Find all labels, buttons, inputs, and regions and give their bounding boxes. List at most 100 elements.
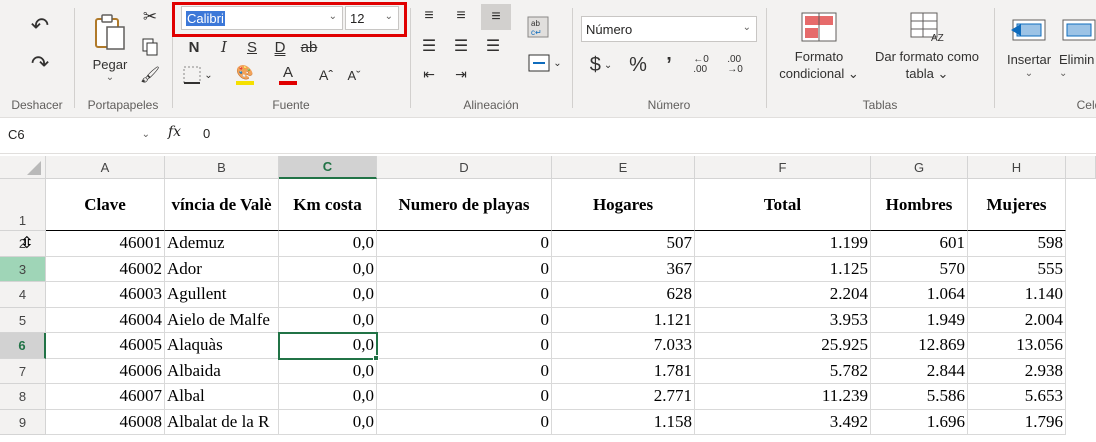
- table-cell[interactable]: 0: [377, 282, 552, 308]
- column-header-g[interactable]: G: [871, 156, 968, 179]
- borders-button[interactable]: ⌄: [181, 64, 215, 86]
- grow-font-button[interactable]: Aˆ: [315, 64, 337, 86]
- table-cell[interactable]: 0: [377, 307, 552, 333]
- row-header-3[interactable]: 3: [0, 256, 46, 282]
- table-cell[interactable]: Agullent: [165, 282, 279, 308]
- select-all-corner[interactable]: [0, 156, 46, 179]
- table-cell[interactable]: 2.938: [968, 358, 1066, 384]
- shrink-font-button[interactable]: Aˇ: [343, 64, 365, 86]
- delete-button[interactable]: Elimin ⌄: [1059, 6, 1096, 88]
- increase-decimal-icon[interactable]: ←0.00: [687, 52, 715, 78]
- double-underline-button[interactable]: D: [269, 36, 291, 58]
- table-cell[interactable]: 0,0: [279, 256, 377, 282]
- table-cell[interactable]: 11.239: [695, 384, 871, 410]
- table-cell[interactable]: Ador: [165, 256, 279, 282]
- table-cell[interactable]: Albaida: [165, 358, 279, 384]
- table-cell[interactable]: 25.925: [695, 333, 871, 359]
- table-cell[interactable]: Alaquàs: [165, 333, 279, 359]
- conditional-format-button[interactable]: Formato condicional ⌄: [777, 6, 861, 88]
- paste-button[interactable]: Pegar ⌄: [89, 8, 131, 88]
- align-middle-icon[interactable]: ≡: [449, 4, 473, 28]
- table-cell[interactable]: 46001: [46, 231, 165, 257]
- table-cell[interactable]: 46004: [46, 307, 165, 333]
- table-cell[interactable]: 367: [552, 256, 695, 282]
- insert-button[interactable]: Insertar ⌄: [1001, 6, 1057, 88]
- align-top-icon[interactable]: ≡: [417, 4, 441, 28]
- thousands-separator-button[interactable]: ’: [657, 52, 681, 78]
- table-cell[interactable]: 0,0: [279, 358, 377, 384]
- copy-icon[interactable]: [139, 36, 161, 58]
- table-cell[interactable]: 0,0: [279, 231, 377, 257]
- table-cell[interactable]: 1.781: [552, 358, 695, 384]
- table-cell[interactable]: 0,0: [279, 409, 377, 435]
- table-cell[interactable]: 46003: [46, 282, 165, 308]
- format-as-table-button[interactable]: AZ Dar formato como tabla ⌄: [865, 6, 989, 88]
- table-cell[interactable]: 13.056: [968, 333, 1066, 359]
- table-cell[interactable]: 2.004: [968, 307, 1066, 333]
- table-header-cell[interactable]: víncia de Valè: [165, 179, 279, 231]
- row-header-4[interactable]: 4: [0, 282, 46, 308]
- table-header-cell[interactable]: Total: [695, 179, 871, 231]
- table-cell[interactable]: 570: [871, 256, 968, 282]
- table-cell[interactable]: 1.140: [968, 282, 1066, 308]
- table-cell[interactable]: 1.064: [871, 282, 968, 308]
- decrease-indent-icon[interactable]: ⇤: [417, 62, 441, 86]
- table-cell[interactable]: 0: [377, 358, 552, 384]
- undo-icon[interactable]: ↶: [26, 12, 54, 40]
- fill-color-button[interactable]: 🎨: [227, 62, 263, 86]
- table-header-cell[interactable]: Hombres: [871, 179, 968, 231]
- table-cell[interactable]: 1.158: [552, 409, 695, 435]
- name-box[interactable]: C6 ⌄: [4, 123, 154, 147]
- row-header-1[interactable]: 1: [0, 179, 46, 231]
- align-center-icon[interactable]: ☰: [449, 34, 473, 58]
- table-cell[interactable]: 507: [552, 231, 695, 257]
- column-header-e[interactable]: E: [552, 156, 695, 179]
- row-header-6[interactable]: 6: [0, 333, 46, 359]
- table-cell[interactable]: 598: [968, 231, 1066, 257]
- table-header-cell[interactable]: Clave: [46, 179, 165, 231]
- column-header-f[interactable]: F: [695, 156, 871, 179]
- strikethrough-button[interactable]: ab: [297, 36, 321, 58]
- table-cell[interactable]: 0: [377, 231, 552, 257]
- column-header-c[interactable]: C: [279, 156, 377, 179]
- column-header-a[interactable]: A: [46, 156, 165, 179]
- table-cell[interactable]: 2.844: [871, 358, 968, 384]
- table-cell[interactable]: 46005: [46, 333, 165, 359]
- fx-icon[interactable]: fx: [168, 124, 181, 140]
- table-cell[interactable]: 1.796: [968, 409, 1066, 435]
- scissors-icon[interactable]: ✂: [139, 6, 161, 28]
- table-cell[interactable]: Aielo de Malfe: [165, 307, 279, 333]
- bold-button[interactable]: N: [183, 36, 205, 58]
- align-right-icon[interactable]: ☰: [481, 34, 505, 58]
- table-cell[interactable]: 1.696: [871, 409, 968, 435]
- row-header-7[interactable]: 7: [0, 358, 46, 384]
- align-left-icon[interactable]: ☰: [417, 34, 441, 58]
- decrease-decimal-icon[interactable]: .00 →0: [721, 52, 749, 78]
- table-cell[interactable]: 12.869: [871, 333, 968, 359]
- table-header-cell[interactable]: Hogares: [552, 179, 695, 231]
- table-cell[interactable]: 1.121: [552, 307, 695, 333]
- font-color-button[interactable]: A: [271, 62, 305, 86]
- align-bottom-icon[interactable]: ≡: [481, 4, 511, 30]
- underline-button[interactable]: S: [241, 36, 263, 58]
- column-header-d[interactable]: D: [377, 156, 552, 179]
- row-header-5[interactable]: 5: [0, 307, 46, 333]
- fill-handle[interactable]: [373, 354, 379, 361]
- table-cell[interactable]: 1.125: [695, 256, 871, 282]
- number-format-select[interactable]: Número ⌄: [581, 16, 757, 42]
- table-cell[interactable]: 3.492: [695, 409, 871, 435]
- table-cell[interactable]: 5.653: [968, 384, 1066, 410]
- row-header-9[interactable]: 9: [0, 409, 46, 435]
- table-cell[interactable]: 0,0: [279, 384, 377, 410]
- percent-button[interactable]: %: [625, 52, 651, 78]
- table-header-cell[interactable]: Km costa: [279, 179, 377, 231]
- table-cell[interactable]: 0: [377, 256, 552, 282]
- table-cell[interactable]: 601: [871, 231, 968, 257]
- table-cell[interactable]: 2.771: [552, 384, 695, 410]
- formula-input[interactable]: 0: [203, 126, 210, 141]
- table-cell[interactable]: 0: [377, 409, 552, 435]
- merge-center-button[interactable]: ⌄: [525, 52, 565, 74]
- table-cell[interactable]: 5.586: [871, 384, 968, 410]
- table-cell[interactable]: 3.953: [695, 307, 871, 333]
- table-header-cell[interactable]: Numero de playas: [377, 179, 552, 231]
